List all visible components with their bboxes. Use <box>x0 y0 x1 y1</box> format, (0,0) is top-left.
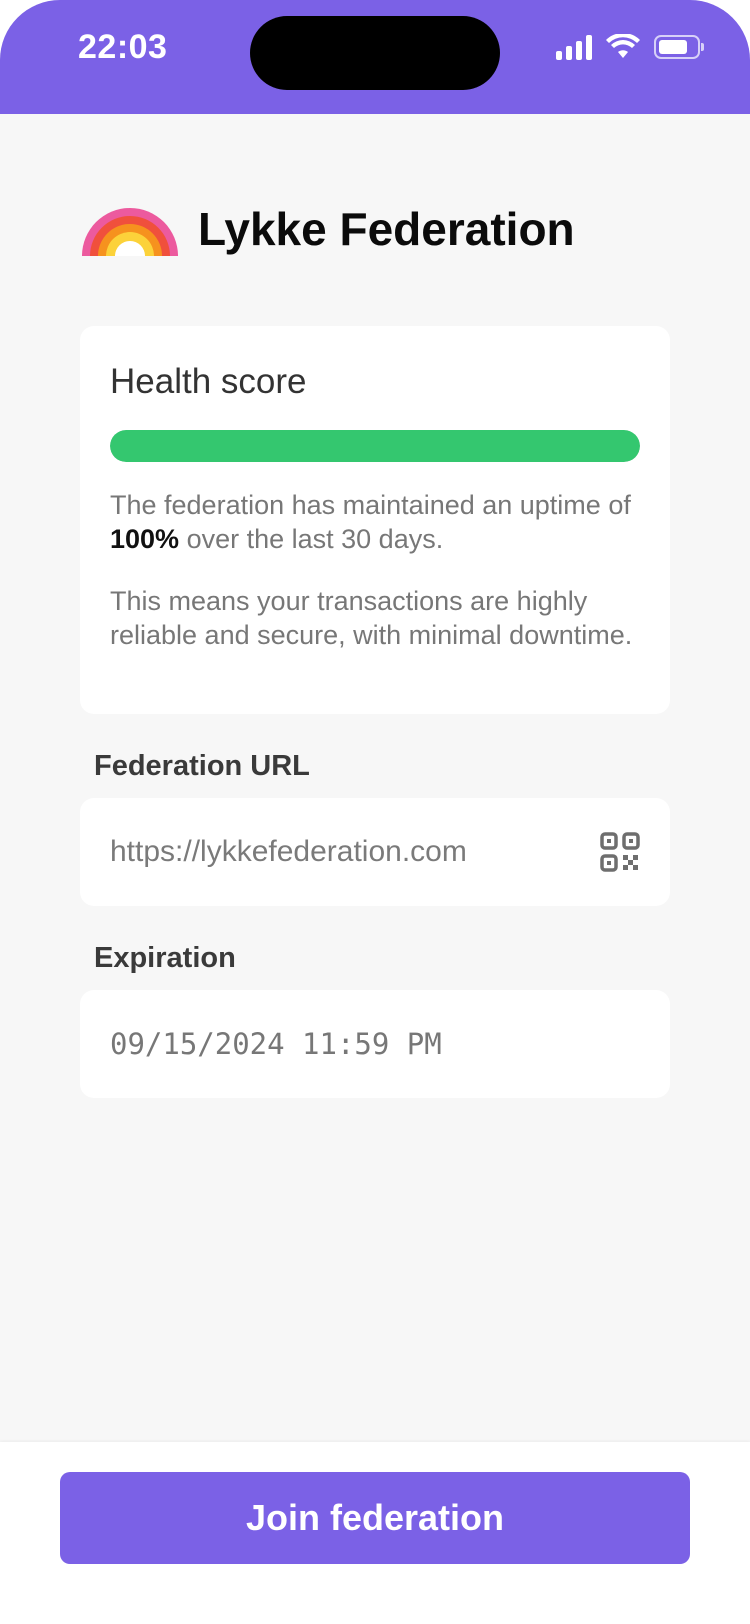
health-progress-bar <box>110 430 640 462</box>
health-description: This means your transactions are highly … <box>110 586 633 650</box>
header: Lykke Federation <box>80 200 575 258</box>
status-time: 22:03 <box>78 28 168 66</box>
federation-title: Lykke Federation <box>198 203 575 255</box>
expiration-field[interactable]: 09/15/2024 11:59 PM <box>80 990 670 1098</box>
battery-icon <box>654 35 704 59</box>
expiration-value: 09/15/2024 11:59 PM <box>110 1027 442 1061</box>
health-uptime-text: The federation has maintained an uptime … <box>110 490 631 554</box>
dynamic-island <box>250 16 500 90</box>
wifi-icon <box>606 34 640 58</box>
expiration-label: Expiration <box>94 942 236 974</box>
join-federation-button[interactable]: Join federation <box>60 1472 690 1564</box>
status-icons <box>556 34 704 60</box>
federation-url-value: https://lykkefederation.com <box>110 835 467 868</box>
qr-code-icon[interactable] <box>600 832 640 872</box>
app-screen: 22:03 Lykke Federation Health score The … <box>0 0 750 1624</box>
health-score-title: Health score <box>110 362 307 401</box>
health-score-card: Health score The federation has maintain… <box>80 326 670 714</box>
rainbow-logo-icon <box>82 208 178 256</box>
signal-icon <box>556 34 592 60</box>
federation-url-label: Federation URL <box>94 750 310 782</box>
health-progress-fill <box>110 430 640 462</box>
bottom-action-bar: Join federation <box>0 1442 750 1624</box>
uptime-value: 100% <box>110 524 180 554</box>
federation-url-field[interactable]: https://lykkefederation.com <box>80 798 670 906</box>
status-bar: 22:03 <box>0 0 750 114</box>
